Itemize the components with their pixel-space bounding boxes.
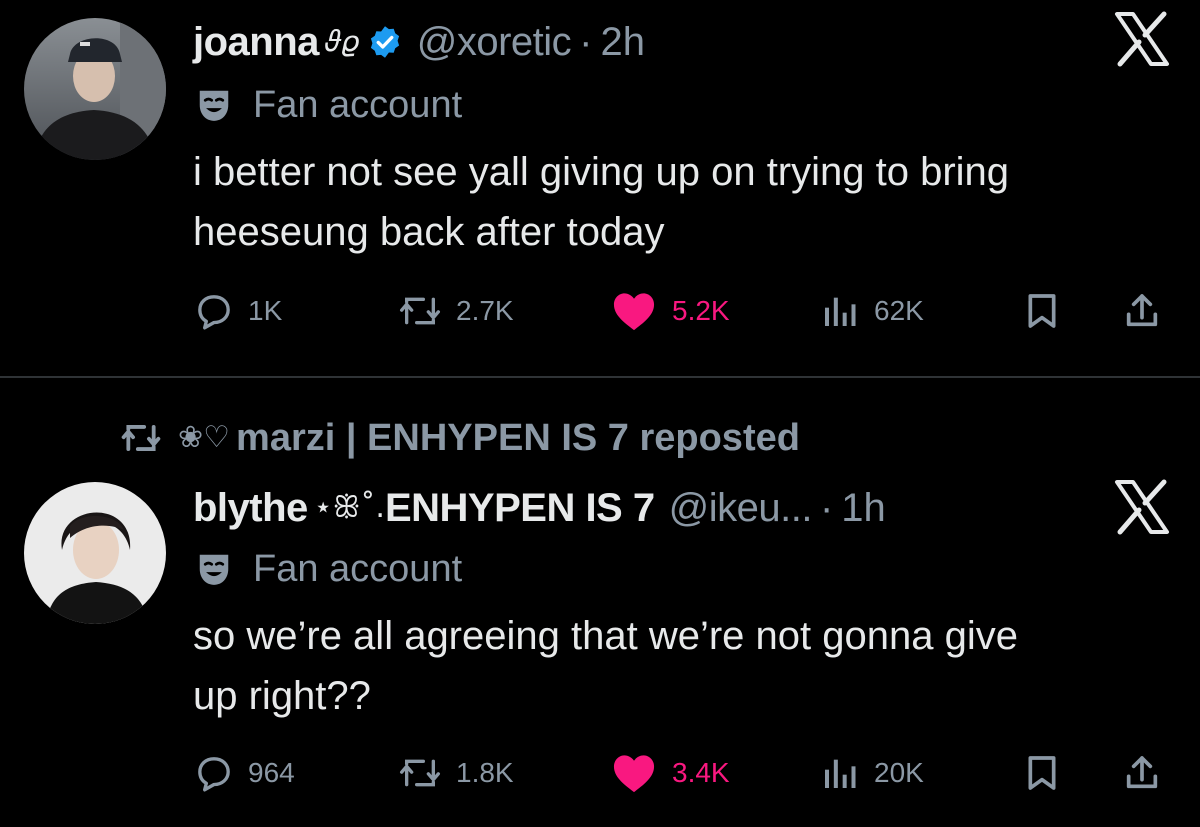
like-count: 5.2K <box>672 295 730 326</box>
display-name-suffix[interactable]: ENHYPEN IS 7 <box>385 484 655 532</box>
account-label-text: Fan account <box>253 84 463 126</box>
heart-icon <box>613 293 655 331</box>
x-logo-icon[interactable] <box>1113 478 1171 536</box>
avatar[interactable] <box>24 18 166 160</box>
display-name[interactable]: joanna <box>193 18 319 66</box>
timestamp[interactable]: 1h <box>841 484 886 532</box>
like-button[interactable]: 5.2K <box>610 286 730 336</box>
name-decoration: ⋆ꕥ˚. <box>313 490 385 525</box>
reply-count: 1K <box>248 295 283 326</box>
repost-button[interactable]: 1.8K <box>398 748 514 798</box>
account-label-text: Fan account <box>253 548 463 590</box>
tweet-text: so we’re all agreeing that we’re not gon… <box>193 614 1018 718</box>
views-icon <box>825 297 856 326</box>
views-button[interactable]: 62K <box>820 286 924 336</box>
separator-dot: · <box>819 486 834 530</box>
repost-count: 2.7K <box>456 295 514 326</box>
view-count: 62K <box>874 295 924 326</box>
share-button[interactable] <box>1122 286 1176 336</box>
repost-text: marzi | ENHYPEN IS 7 reposted <box>236 417 800 459</box>
heart-icon <box>613 755 655 793</box>
avatar-image <box>24 482 166 624</box>
tweet-actions: 964 1.8K 3.4K 20K <box>0 748 1200 798</box>
avatar-image <box>24 18 166 160</box>
reply-icon <box>198 295 230 330</box>
bookmark-button[interactable] <box>1022 748 1076 798</box>
user-handle[interactable]: @xoretic <box>417 18 572 66</box>
separator-dot: · <box>579 20 593 64</box>
tweet-1[interactable]: joanna 𝜗𝜚 @xoretic · 2h Fan account i be… <box>0 0 1200 376</box>
x-logo-icon[interactable] <box>1113 10 1171 68</box>
reply-icon <box>198 757 230 792</box>
bookmark-icon <box>1028 756 1056 790</box>
avatar[interactable] <box>24 482 166 624</box>
tweet-actions: 1K 2.7K 5.2K 62K <box>0 286 1200 336</box>
account-label: Fan account <box>195 546 462 592</box>
user-handle[interactable]: @ikeu... <box>669 484 813 532</box>
bookmark-button[interactable] <box>1022 286 1076 336</box>
repost-button[interactable]: 2.7K <box>398 286 514 336</box>
like-count: 3.4K <box>672 757 730 788</box>
share-icon <box>1126 756 1158 789</box>
repost-context[interactable]: ❀♡ marzi | ENHYPEN IS 7 reposted <box>118 414 800 462</box>
display-name[interactable]: blythe <box>193 484 308 532</box>
views-button[interactable]: 20K <box>820 748 924 798</box>
share-icon <box>1126 294 1158 327</box>
verified-badge-icon <box>370 26 399 58</box>
like-button[interactable]: 3.4K <box>610 748 730 798</box>
bookmark-icon <box>1028 294 1056 328</box>
name-decoration: 𝜗𝜚 <box>324 24 359 59</box>
tweet-header: blythe ⋆ꕥ˚. ENHYPEN IS 7 @ikeu... · 1h <box>193 484 886 532</box>
tweet-text: i better not see yall giving up on tryin… <box>193 150 1010 254</box>
tweet-header: joanna 𝜗𝜚 @xoretic · 2h <box>193 18 645 66</box>
repost-decoration: ❀♡ <box>178 420 231 455</box>
drama-mask-icon <box>199 90 229 121</box>
repost-icon <box>399 297 440 325</box>
repost-icon <box>399 759 440 787</box>
views-icon <box>825 759 856 788</box>
reply-button[interactable]: 1K <box>194 286 282 336</box>
reply-button[interactable]: 964 <box>194 748 295 798</box>
account-label: Fan account <box>195 82 462 128</box>
repost-icon <box>121 425 161 451</box>
repost-count: 1.8K <box>456 757 514 788</box>
timestamp[interactable]: 2h <box>600 18 645 66</box>
share-button[interactable] <box>1122 748 1176 798</box>
view-count: 20K <box>874 757 924 788</box>
reply-count: 964 <box>248 757 295 788</box>
tweet-2[interactable]: ❀♡ marzi | ENHYPEN IS 7 reposted blythe … <box>0 378 1200 827</box>
drama-mask-icon <box>199 554 229 585</box>
